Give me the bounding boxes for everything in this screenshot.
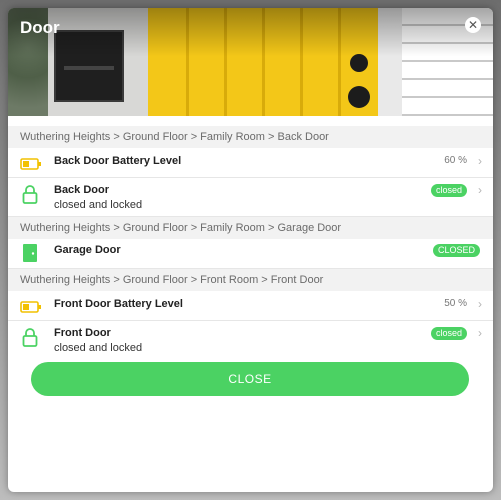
close-button[interactable]: CLOSE: [31, 362, 469, 396]
item-name: Back Door Battery Level: [54, 155, 182, 167]
item-name: Back Door: [54, 184, 110, 196]
chevron-right-icon: ›: [478, 154, 482, 168]
item-name: Front Door: [54, 327, 111, 339]
item-secondary: closed and locked: [54, 342, 143, 354]
list-item[interactable]: Back Door Battery Level 60 % ›: [8, 148, 493, 178]
battery-value: 60 %: [444, 155, 467, 166]
list-item[interactable]: Garage Door CLOSED: [8, 239, 493, 269]
list-item[interactable]: Front Door Battery Level 50 % ›: [8, 291, 493, 321]
item-name: Front Door Battery Level: [54, 298, 183, 310]
door-icon: [23, 244, 37, 267]
lock-icon: [22, 184, 38, 209]
breadcrumb: Wuthering Heights > Ground Floor > Famil…: [8, 126, 493, 148]
device-list: Wuthering Heights > Ground Floor > Famil…: [8, 116, 493, 359]
breadcrumb: Wuthering Heights > Ground Floor > Famil…: [8, 217, 493, 239]
chevron-right-icon: ›: [478, 183, 482, 197]
battery-icon: [20, 300, 42, 318]
close-icon[interactable]: ✕: [465, 17, 481, 33]
chevron-right-icon: ›: [478, 326, 482, 340]
battery-value: 50 %: [444, 298, 467, 309]
dialog-title: Door: [20, 18, 60, 37]
item-secondary: closed and locked: [54, 199, 143, 211]
item-name: Garage Door: [54, 244, 121, 256]
chevron-right-icon: ›: [478, 297, 482, 311]
status-badge: CLOSED: [432, 244, 480, 257]
breadcrumb: Wuthering Heights > Ground Floor > Front…: [8, 269, 493, 291]
door-dialog: Door ✕ Wuthering Heights > Ground Floor …: [8, 8, 493, 492]
list-item[interactable]: Back Door closed and locked closed ›: [8, 178, 493, 217]
lock-icon: [22, 327, 38, 352]
status-badge: closed: [430, 184, 467, 197]
list-item[interactable]: Front Door closed and locked closed ›: [8, 321, 493, 359]
door-photo: [8, 8, 493, 116]
status-badge: closed: [430, 327, 467, 340]
battery-icon: [20, 157, 42, 175]
